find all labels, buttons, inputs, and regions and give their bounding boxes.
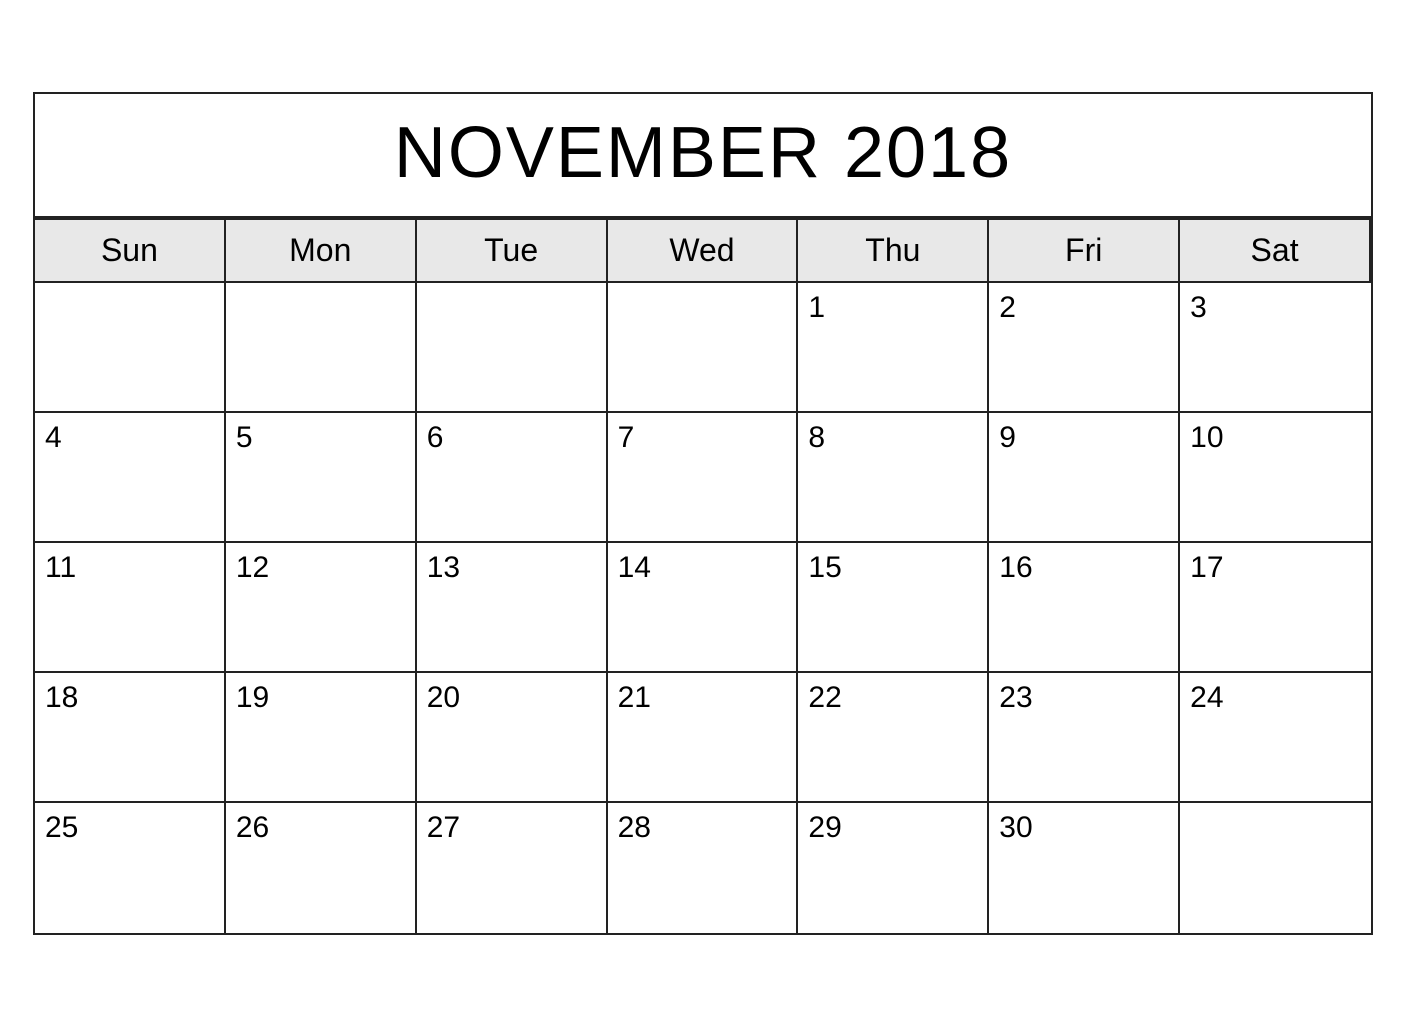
table-row: 26: [226, 803, 417, 933]
table-row: 29: [798, 803, 989, 933]
calendar-container: NOVEMBER 2018 Sun Mon Tue Wed Thu Fri Sa…: [33, 92, 1373, 935]
table-row: 3: [1180, 283, 1371, 413]
table-row: [608, 283, 799, 413]
calendar-grid: Sun Mon Tue Wed Thu Fri Sat 1 2 3 4 5 6 …: [35, 218, 1371, 933]
table-row: 6: [417, 413, 608, 543]
table-row: 25: [35, 803, 226, 933]
table-row: 21: [608, 673, 799, 803]
table-row: 2: [989, 283, 1180, 413]
table-row: 20: [417, 673, 608, 803]
table-row: 5: [226, 413, 417, 543]
table-row: 30: [989, 803, 1180, 933]
calendar-title: NOVEMBER 2018: [35, 94, 1371, 218]
table-row: 11: [35, 543, 226, 673]
table-row: 16: [989, 543, 1180, 673]
header-wed: Wed: [608, 218, 799, 283]
header-sat: Sat: [1180, 218, 1371, 283]
table-row: 9: [989, 413, 1180, 543]
table-row: 14: [608, 543, 799, 673]
header-mon: Mon: [226, 218, 417, 283]
table-row: 15: [798, 543, 989, 673]
table-row: 18: [35, 673, 226, 803]
header-thu: Thu: [798, 218, 989, 283]
table-row: [226, 283, 417, 413]
table-row: [1180, 803, 1371, 933]
table-row: 7: [608, 413, 799, 543]
table-row: 24: [1180, 673, 1371, 803]
table-row: 13: [417, 543, 608, 673]
header-tue: Tue: [417, 218, 608, 283]
table-row: 22: [798, 673, 989, 803]
header-sun: Sun: [35, 218, 226, 283]
table-row: 1: [798, 283, 989, 413]
table-row: [35, 283, 226, 413]
table-row: 10: [1180, 413, 1371, 543]
table-row: 19: [226, 673, 417, 803]
table-row: 28: [608, 803, 799, 933]
table-row: 27: [417, 803, 608, 933]
header-fri: Fri: [989, 218, 1180, 283]
table-row: 17: [1180, 543, 1371, 673]
table-row: 12: [226, 543, 417, 673]
table-row: [417, 283, 608, 413]
table-row: 8: [798, 413, 989, 543]
table-row: 23: [989, 673, 1180, 803]
table-row: 4: [35, 413, 226, 543]
